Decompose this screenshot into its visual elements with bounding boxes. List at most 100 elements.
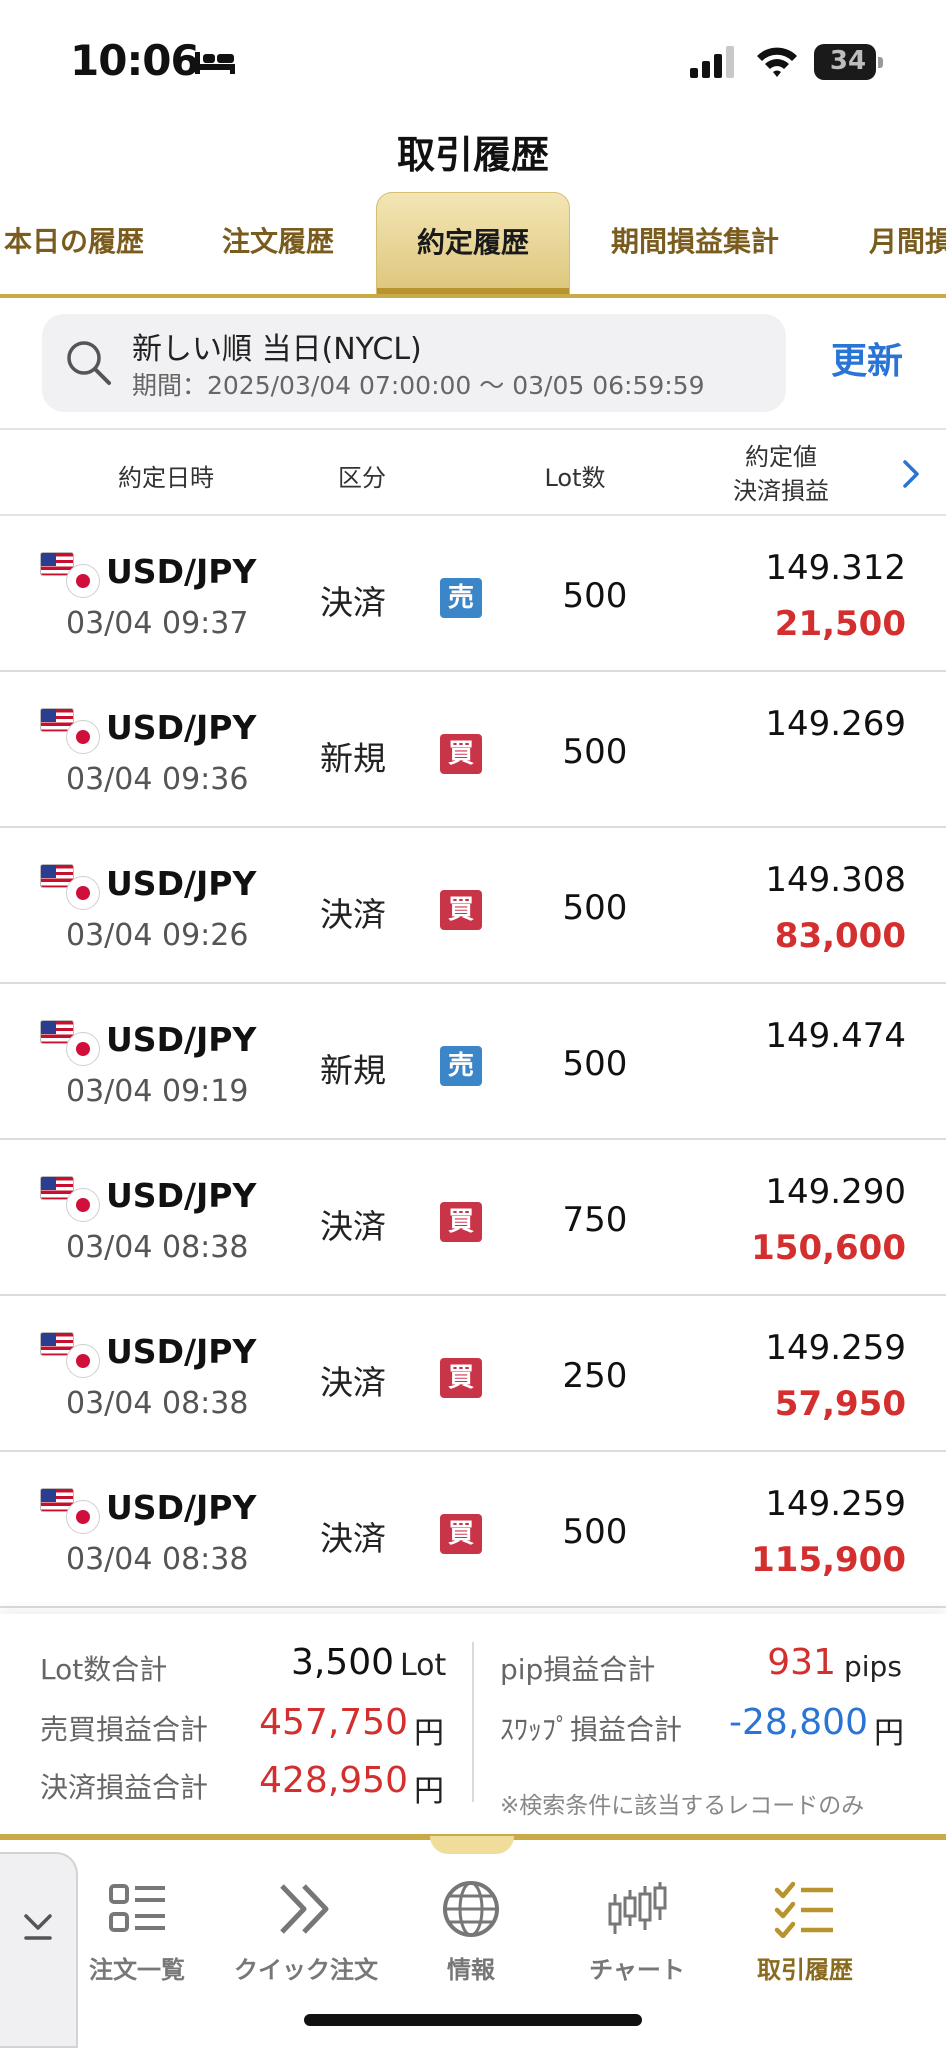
execution-datetime: 03/04 09:26 bbox=[66, 918, 249, 953]
execution-history-list: USD/JPY 03/04 09:37 決済売 500 149.312 21,500 USD… bbox=[0, 516, 946, 1608]
battery-icon: 34 bbox=[814, 44, 884, 80]
execution-datetime: 03/04 08:38 bbox=[66, 1386, 249, 1421]
table-row[interactable]: USD/JPY 03/04 08:38 決済 買 250 149.259 57,950 bbox=[0, 1296, 946, 1452]
side-badge: 買 bbox=[440, 890, 482, 930]
cellular-signal-icon bbox=[690, 46, 734, 78]
summary-note: ※検索条件に該当するレコードのみ bbox=[500, 1793, 865, 1819]
lot-total-label: Lot数合計 bbox=[40, 1653, 168, 1686]
refresh-button[interactable]: 更新 bbox=[812, 336, 922, 388]
nav-quick-order-label: クイック注文 bbox=[234, 1956, 378, 1984]
swap-pnl-total-label: ｽﾜｯﾌﾟ損益合計 bbox=[500, 1713, 683, 1746]
lot-amount: 500 bbox=[562, 888, 628, 928]
candlestick-chart-icon bbox=[608, 1882, 667, 1934]
tab-today-history[interactable]: 本日の履歴 bbox=[0, 192, 154, 298]
nav-chart[interactable]: チャート bbox=[562, 1880, 712, 2000]
currency-pair: USD/JPY bbox=[106, 708, 257, 747]
settlement-pnl-total-label: 決済損益合計 bbox=[40, 1771, 209, 1804]
side-badge: 買 bbox=[440, 1202, 482, 1242]
trade-kind: 決済 bbox=[320, 1519, 386, 1558]
jp-flag-icon bbox=[66, 1188, 100, 1222]
trade-kind: 新規 bbox=[320, 1051, 386, 1090]
table-header: 約定日時 区分 Lot数 約定値 決済損益 bbox=[0, 428, 946, 516]
lot-amount: 500 bbox=[562, 1044, 628, 1084]
double-chevron-icon bbox=[280, 1884, 329, 1934]
status-time: 10:06 bbox=[70, 36, 200, 85]
execution-datetime: 03/04 09:37 bbox=[66, 606, 249, 641]
tab-monthly-pnl[interactable]: 月間損 bbox=[846, 192, 946, 298]
settlement-pnl: 83,000 bbox=[774, 916, 906, 956]
column-header-kind: 区分 bbox=[338, 464, 386, 492]
search-filter-box[interactable]: 新しい順 当日(NYCL) 期間：2025/03/04 07:00:00 ～ 0… bbox=[42, 314, 786, 412]
currency-pair: USD/JPY bbox=[106, 1332, 257, 1371]
nav-trade-history[interactable]: 取引履歴 bbox=[730, 1880, 880, 2000]
tab-execution-history[interactable]: 約定履歴 bbox=[376, 192, 570, 298]
nav-order-list-label: 注文一覧 bbox=[89, 1956, 185, 1984]
nav-info[interactable]: 情報 bbox=[396, 1880, 546, 2000]
settlement-pnl: 115,900 bbox=[751, 1540, 906, 1580]
settlement-pnl-total-unit: 円 bbox=[414, 1774, 444, 1809]
tab-period-pnl-summary[interactable]: 期間損益集計 bbox=[590, 192, 800, 298]
table-row[interactable]: USD/JPY 03/04 09:36 新規 買 500 149.269 bbox=[0, 672, 946, 828]
tabs-underline bbox=[0, 294, 946, 298]
nav-order-list[interactable]: 注文一覧 bbox=[62, 1880, 212, 2000]
column-header-pnl: 決済損益 bbox=[733, 477, 829, 505]
lot-amount: 500 bbox=[562, 732, 628, 772]
nav-handle[interactable] bbox=[430, 1836, 514, 1854]
tab-bar: 本日の履歴 注文履歴 約定履歴 期間損益集計 月間損 bbox=[0, 192, 946, 298]
page-title: 取引履歴 bbox=[396, 133, 549, 177]
table-row[interactable]: USD/JPY 03/04 09:37 決済 売 500 149.312 21,500 bbox=[0, 516, 946, 672]
trade-kind: 決済 bbox=[320, 1207, 386, 1246]
currency-pair: USD/JPY bbox=[106, 1020, 257, 1059]
side-badge: 売 bbox=[440, 1046, 482, 1086]
summary-divider bbox=[472, 1642, 474, 1802]
execution-datetime: 03/04 08:38 bbox=[66, 1542, 249, 1577]
column-header-lot: Lot数 bbox=[544, 464, 606, 492]
execution-price: 149.308 bbox=[765, 860, 906, 900]
lot-amount: 250 bbox=[562, 1356, 628, 1396]
jp-flag-icon bbox=[66, 876, 100, 910]
execution-price: 149.474 bbox=[765, 1016, 906, 1056]
wifi-icon bbox=[757, 47, 797, 77]
currency-pair: USD/JPY bbox=[106, 864, 257, 903]
collapse-down-icon bbox=[24, 1914, 52, 1940]
side-badge: 買 bbox=[440, 1358, 482, 1398]
chevron-right-icon[interactable] bbox=[900, 456, 922, 492]
jp-flag-icon bbox=[66, 720, 100, 754]
status-bar: 10:06 34 bbox=[0, 0, 946, 120]
checklist-icon bbox=[774, 1881, 833, 1938]
bed-icon bbox=[195, 52, 235, 74]
table-row[interactable]: USD/JPY 03/04 09:26 決済 買 500 149.308 83,000 bbox=[0, 828, 946, 984]
trade-pnl-total-label: 売買損益合計 bbox=[40, 1713, 209, 1746]
lot-total-value: 3,500 bbox=[290, 1642, 394, 1683]
execution-price: 149.259 bbox=[765, 1328, 906, 1368]
side-badge: 売 bbox=[440, 578, 482, 618]
execution-datetime: 03/04 08:38 bbox=[66, 1230, 249, 1265]
nav-info-label: 情報 bbox=[447, 1956, 495, 1984]
table-row[interactable]: USD/JPY 03/04 08:38 決済 買 750 149.290 150,600 bbox=[0, 1140, 946, 1296]
nav-quick-order[interactable]: クイック注文 bbox=[226, 1880, 386, 2000]
execution-price: 149.312 bbox=[765, 548, 906, 588]
execution-datetime: 03/04 09:19 bbox=[66, 1074, 249, 1109]
lot-amount: 500 bbox=[562, 576, 628, 616]
settlement-pnl: 21,500 bbox=[774, 604, 906, 644]
nav-trade-history-label: 取引履歴 bbox=[757, 1956, 853, 1984]
list-icon bbox=[109, 1884, 165, 1932]
home-indicator bbox=[304, 2014, 642, 2026]
execution-price: 149.259 bbox=[765, 1484, 906, 1524]
side-badge: 買 bbox=[440, 1514, 482, 1554]
trade-kind: 決済 bbox=[320, 1363, 386, 1402]
execution-price: 149.290 bbox=[765, 1172, 906, 1212]
jp-flag-icon bbox=[66, 1344, 100, 1378]
lot-total-unit: Lot bbox=[400, 1648, 447, 1683]
tab-order-history[interactable]: 注文履歴 bbox=[196, 192, 360, 298]
pip-pnl-total-unit: pips bbox=[844, 1650, 902, 1683]
trade-kind: 新規 bbox=[320, 739, 386, 778]
trade-kind: 決済 bbox=[320, 895, 386, 934]
search-period: 期間：2025/03/04 07:00:00 ～ 03/05 06:59:59 bbox=[132, 371, 705, 400]
table-row[interactable]: USD/JPY 03/04 09:19 新規 売 500 149.474 bbox=[0, 984, 946, 1140]
settlement-pnl: 150,600 bbox=[751, 1228, 906, 1268]
column-header-price: 約定値 bbox=[745, 443, 817, 471]
table-row[interactable]: USD/JPY 03/04 08:38 決済 買 500 149.259 115,900 bbox=[0, 1452, 946, 1608]
battery-level: 34 bbox=[829, 46, 867, 76]
column-header-datetime: 約定日時 bbox=[118, 464, 214, 492]
